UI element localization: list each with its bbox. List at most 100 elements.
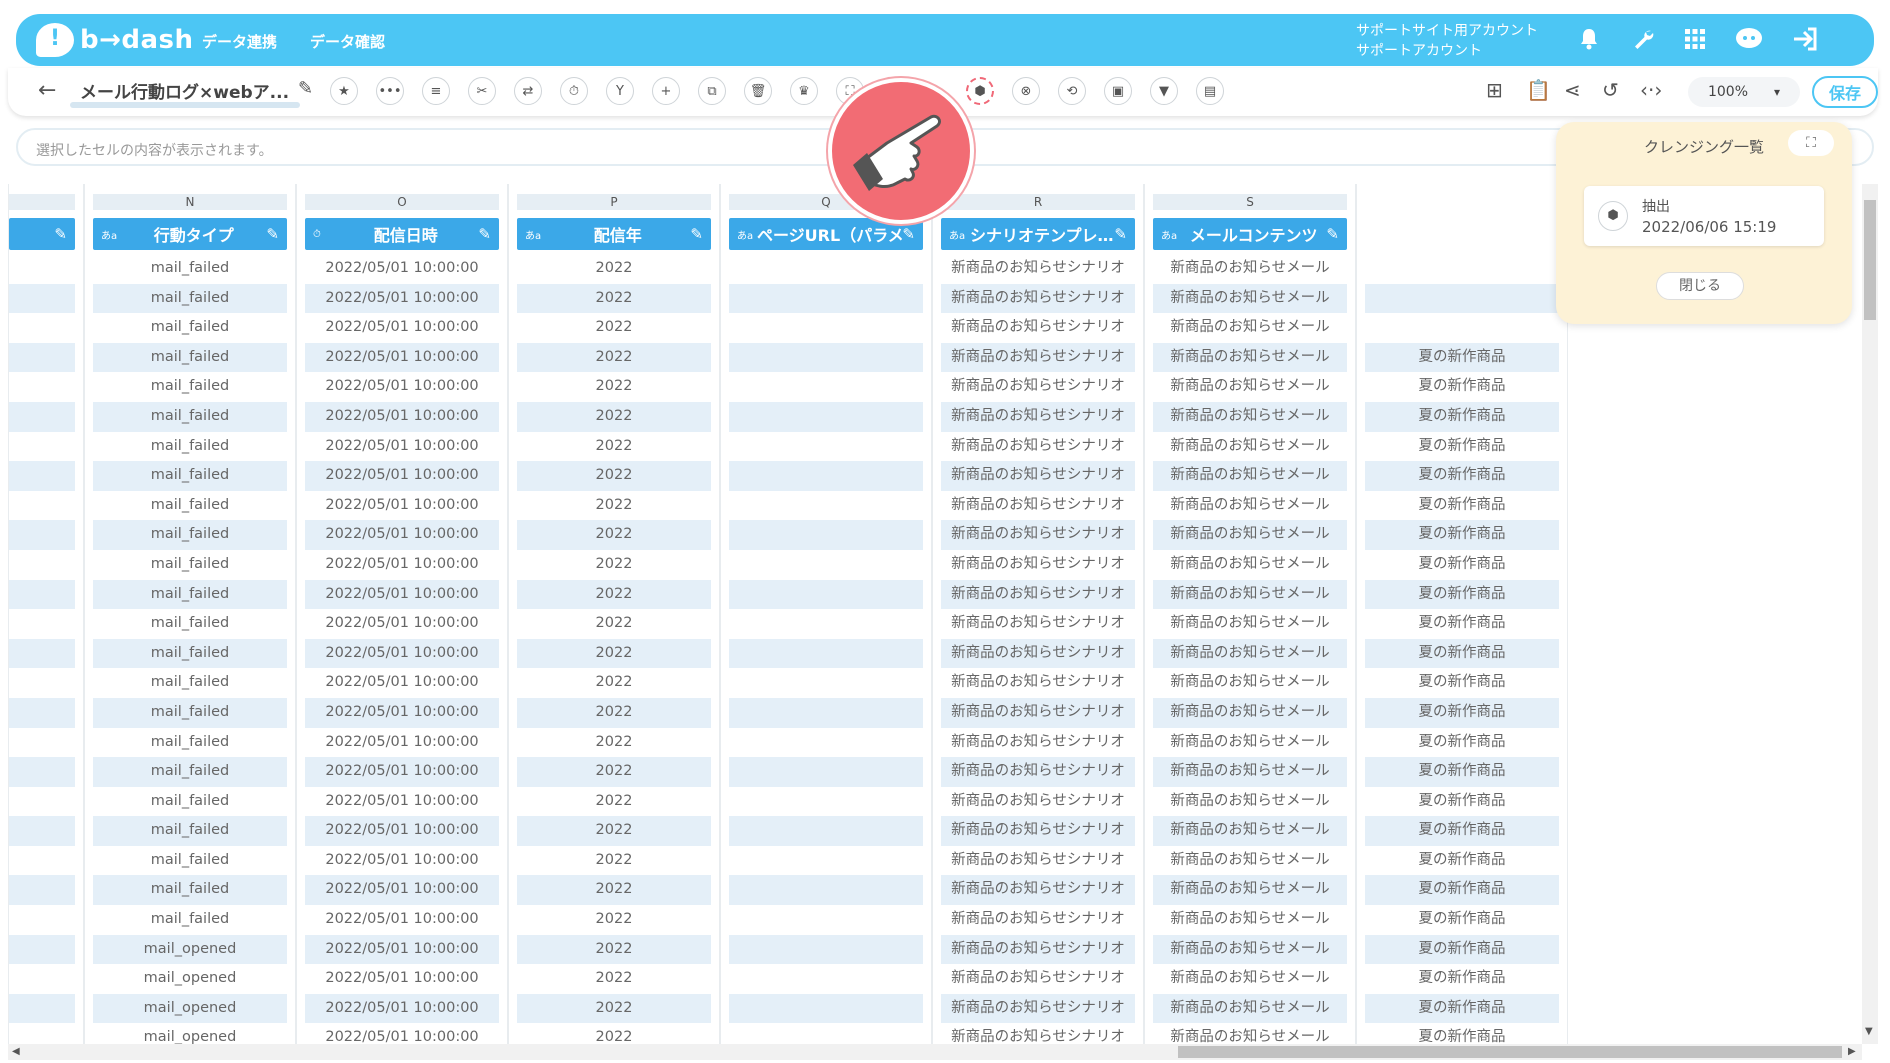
table-cell[interactable]: 新商品のお知らせシナリオ bbox=[941, 668, 1135, 698]
table-cell[interactable]: 新商品のお知らせシナリオ bbox=[941, 638, 1135, 669]
table-cell[interactable]: 新商品のお知らせメール bbox=[1153, 461, 1347, 491]
table-cell[interactable]: mail_failed bbox=[93, 401, 287, 432]
table-cell[interactable]: 新商品のお知らせメール bbox=[1153, 846, 1347, 876]
table-cell[interactable] bbox=[9, 668, 75, 698]
table-cell[interactable]: 2022/05/01 10:00:00 bbox=[305, 934, 499, 965]
table-cell[interactable]: 新商品のお知らせシナリオ bbox=[941, 432, 1135, 462]
table-cell[interactable]: 新商品のお知らせシナリオ bbox=[941, 905, 1135, 935]
table-cell[interactable]: 新商品のお知らせシナリオ bbox=[941, 550, 1135, 580]
table-cell[interactable] bbox=[729, 697, 923, 728]
table-cell[interactable]: 夏の新作商品 bbox=[1365, 1023, 1559, 1044]
table-cell[interactable] bbox=[729, 875, 923, 906]
filter-icon[interactable]: ▼ bbox=[1150, 77, 1178, 105]
table-cell[interactable] bbox=[1365, 313, 1559, 343]
column-header[interactable]: あa 配信年 ✎ bbox=[517, 218, 711, 250]
table-cell[interactable]: 新商品のお知らせメール bbox=[1153, 993, 1347, 1024]
table-cell[interactable]: mail_failed bbox=[93, 520, 287, 550]
wrench-icon[interactable] bbox=[1628, 24, 1658, 54]
table-cell[interactable]: 2022/05/01 10:00:00 bbox=[305, 313, 499, 343]
table-cell[interactable]: 新商品のお知らせメール bbox=[1153, 816, 1347, 846]
zoom-select[interactable]: 100% ▾ bbox=[1688, 77, 1800, 107]
flow-icon[interactable]: ⊞ bbox=[1486, 78, 1503, 102]
table-cell[interactable] bbox=[9, 757, 75, 787]
table-cell[interactable]: 新商品のお知らせシナリオ bbox=[941, 993, 1135, 1024]
table-cell[interactable]: 新商品のお知らせメール bbox=[1153, 934, 1347, 965]
table-cell[interactable]: 2022/05/01 10:00:00 bbox=[305, 668, 499, 698]
table-cell[interactable]: 新商品のお知らせメール bbox=[1153, 313, 1347, 343]
table-cell[interactable]: 2022/05/01 10:00:00 bbox=[305, 283, 499, 314]
table-cell[interactable] bbox=[9, 432, 75, 462]
table-cell[interactable]: 2022 bbox=[517, 401, 711, 432]
table-cell[interactable] bbox=[9, 491, 75, 521]
table-cell[interactable]: 2022 bbox=[517, 787, 711, 817]
more-dots-icon[interactable]: ••• bbox=[376, 77, 404, 105]
expand-panel-icon[interactable]: ⛶ bbox=[1788, 130, 1834, 156]
table-cell[interactable]: 新商品のお知らせメール bbox=[1153, 905, 1347, 935]
table-cell[interactable] bbox=[729, 757, 923, 787]
table-cell[interactable]: 新商品のお知らせメール bbox=[1153, 964, 1347, 994]
table-cell[interactable]: 新商品のお知らせシナリオ bbox=[941, 816, 1135, 846]
table-cell[interactable]: 新商品のお知らせシナリオ bbox=[941, 342, 1135, 373]
table-cell[interactable]: 2022 bbox=[517, 668, 711, 698]
crown-icon[interactable]: ♛ bbox=[790, 77, 818, 105]
table-cell[interactable]: 新商品のお知らせシナリオ bbox=[941, 728, 1135, 758]
table-cell[interactable] bbox=[729, 254, 923, 284]
table-cell[interactable]: 夏の新作商品 bbox=[1365, 491, 1559, 521]
table-cell[interactable]: 新商品のお知らせメール bbox=[1153, 668, 1347, 698]
table-cell[interactable]: 2022/05/01 10:00:00 bbox=[305, 905, 499, 935]
column-header[interactable]: あa 行動タイプ ✎ bbox=[93, 218, 287, 250]
table-cell[interactable] bbox=[729, 401, 923, 432]
table-cell[interactable] bbox=[729, 461, 923, 491]
table-cell[interactable] bbox=[9, 609, 75, 639]
table-cell[interactable]: 夏の新作商品 bbox=[1365, 342, 1559, 373]
table-cell[interactable]: mail_opened bbox=[93, 993, 287, 1024]
table-cell[interactable]: mail_failed bbox=[93, 609, 287, 639]
table-cell[interactable]: 新商品のお知らせメール bbox=[1153, 609, 1347, 639]
table-cell[interactable]: 夏の新作商品 bbox=[1365, 787, 1559, 817]
pencil-icon[interactable]: ✎ bbox=[478, 225, 491, 243]
table-cell[interactable]: 新商品のお知らせメール bbox=[1153, 728, 1347, 758]
table-cell[interactable] bbox=[9, 905, 75, 935]
clipboard-icon[interactable]: 📋 bbox=[1526, 78, 1551, 102]
favorite-star-icon[interactable]: ★ bbox=[330, 77, 358, 105]
pencil-icon[interactable]: ✎ bbox=[1114, 225, 1127, 243]
table-cell[interactable]: mail_failed bbox=[93, 461, 287, 491]
table-cell[interactable]: 新商品のお知らせシナリオ bbox=[941, 520, 1135, 550]
table-cell[interactable] bbox=[9, 993, 75, 1024]
cancel-circle-icon[interactable]: ⊗ bbox=[1012, 77, 1040, 105]
table-cell[interactable]: 2022/05/01 10:00:00 bbox=[305, 846, 499, 876]
table-icon[interactable]: ▤ bbox=[1196, 77, 1224, 105]
table-cell[interactable]: mail_failed bbox=[93, 579, 287, 610]
column-header[interactable]: ⏱ 配信日時 ✎ bbox=[305, 218, 499, 250]
table-cell[interactable]: 夏の新作商品 bbox=[1365, 432, 1559, 462]
pencil-icon[interactable]: ✎ bbox=[1326, 225, 1339, 243]
table-cell[interactable] bbox=[9, 787, 75, 817]
table-cell[interactable]: 新商品のお知らせメール bbox=[1153, 520, 1347, 550]
table-cell[interactable]: 2022/05/01 10:00:00 bbox=[305, 757, 499, 787]
scroll-left-arrow-icon[interactable]: ◀ bbox=[12, 1046, 20, 1057]
table-cell[interactable]: 2022 bbox=[517, 461, 711, 491]
table-cell[interactable]: 夏の新作商品 bbox=[1365, 697, 1559, 728]
table-cell[interactable]: 2022/05/01 10:00:00 bbox=[305, 964, 499, 994]
pencil-icon[interactable]: ✎ bbox=[902, 225, 915, 243]
table-cell[interactable] bbox=[729, 668, 923, 698]
table-cell[interactable] bbox=[9, 550, 75, 580]
table-cell[interactable] bbox=[9, 372, 75, 402]
table-cell[interactable]: 2022 bbox=[517, 313, 711, 343]
table-cell[interactable]: 2022/05/01 10:00:00 bbox=[305, 520, 499, 550]
table-cell[interactable]: 2022 bbox=[517, 254, 711, 284]
table-cell[interactable]: mail_failed bbox=[93, 254, 287, 284]
table-cell[interactable]: 2022/05/01 10:00:00 bbox=[305, 491, 499, 521]
table-cell[interactable]: mail_failed bbox=[93, 697, 287, 728]
edit-title-pencil-icon[interactable]: ✎ bbox=[298, 78, 313, 99]
table-cell[interactable]: 2022/05/01 10:00:00 bbox=[305, 609, 499, 639]
table-cell[interactable] bbox=[729, 579, 923, 610]
table-cell[interactable] bbox=[9, 520, 75, 550]
table-cell[interactable]: 2022/05/01 10:00:00 bbox=[305, 993, 499, 1024]
table-cell[interactable]: 夏の新作商品 bbox=[1365, 875, 1559, 906]
table-cell[interactable]: 夏の新作商品 bbox=[1365, 638, 1559, 669]
table-cell[interactable]: 2022/05/01 10:00:00 bbox=[305, 550, 499, 580]
table-cell[interactable] bbox=[1365, 283, 1559, 314]
table-cell[interactable] bbox=[729, 816, 923, 846]
horizontal-scroll-thumb[interactable] bbox=[1178, 1046, 1842, 1058]
